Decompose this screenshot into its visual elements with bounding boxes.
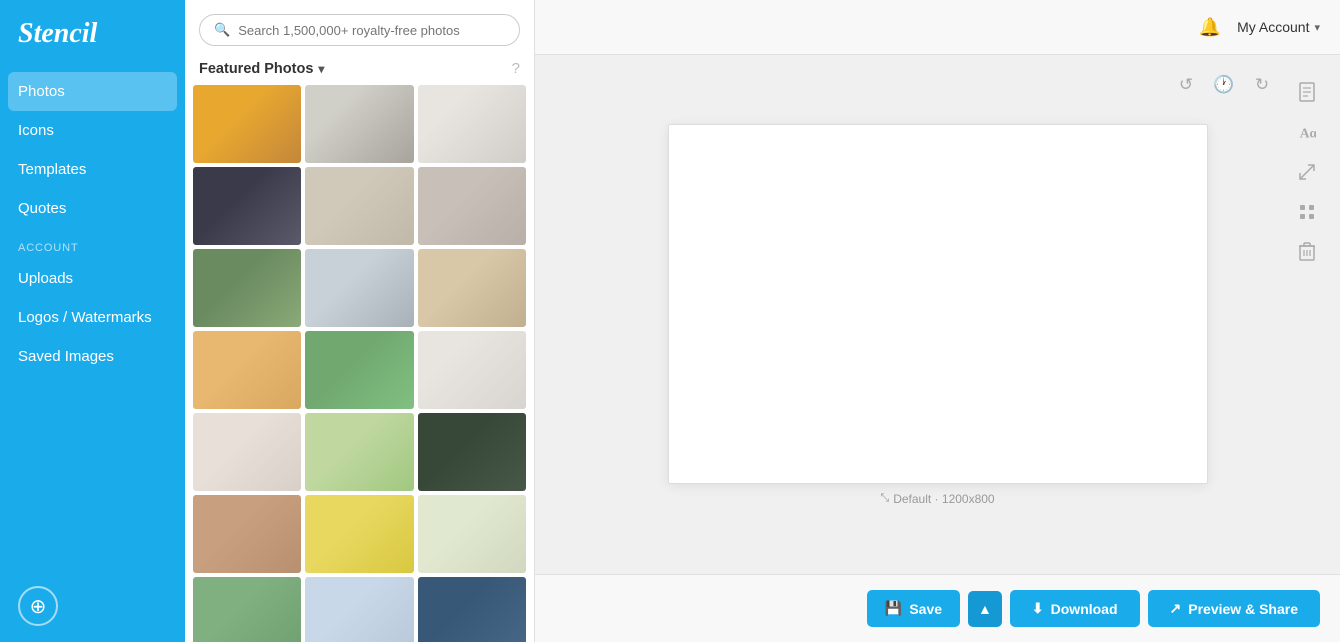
sidebar-item-photos[interactable]: Photos — [8, 72, 177, 111]
photo-thumb[interactable] — [305, 249, 413, 327]
account-label: My Account — [1237, 19, 1309, 35]
app-logo: Stencil — [18, 18, 97, 49]
featured-header: Featured Photos ▾ ? — [185, 56, 534, 85]
preview-share-label: Preview & Share — [1188, 601, 1298, 617]
photo-thumb[interactable] — [305, 413, 413, 491]
save-caret-icon: ▲ — [978, 601, 992, 617]
photo-row — [193, 249, 526, 327]
photo-thumb[interactable] — [193, 85, 301, 163]
photo-row — [193, 85, 526, 163]
canvas-size-label: ⤡ Default · 1200x800 — [880, 492, 994, 506]
photo-row — [193, 413, 526, 491]
help-icon: ⊕ — [30, 594, 47, 619]
sidebar-item-icons[interactable]: Icons — [0, 111, 185, 150]
logo-area: Stencil — [0, 0, 185, 72]
svg-text:Aα: Aα — [1300, 125, 1316, 140]
photo-thumb[interactable] — [418, 249, 526, 327]
undo-button[interactable]: ↺ — [1170, 69, 1202, 101]
canvas-area: ↺ 🕐 ↻ Aα — [535, 55, 1340, 574]
featured-help-icon[interactable]: ? — [512, 60, 520, 77]
photo-thumb[interactable] — [193, 577, 301, 642]
photo-thumb[interactable] — [418, 331, 526, 409]
photo-row — [193, 577, 526, 642]
search-bar: 🔍 — [185, 0, 534, 56]
sidebar-item-logos[interactable]: Logos / Watermarks — [0, 298, 185, 337]
sidebar-item-quotes[interactable]: Quotes — [0, 189, 185, 228]
redo-button[interactable]: ↻ — [1246, 69, 1278, 101]
top-bar: 🔔 My Account ▾ — [535, 0, 1340, 55]
account-button[interactable]: My Account ▾ — [1237, 19, 1320, 35]
download-icon: ⬇ — [1032, 600, 1044, 617]
save-button[interactable]: 💾 Save — [867, 590, 960, 627]
canvas-size-text: Default · 1200x800 — [893, 492, 994, 506]
featured-title-label: Featured Photos — [199, 61, 313, 77]
photo-thumb[interactable] — [418, 495, 526, 573]
photo-thumb[interactable] — [305, 495, 413, 573]
photo-row — [193, 495, 526, 573]
help-button[interactable]: ⊕ — [18, 586, 58, 626]
photo-row — [193, 331, 526, 409]
photo-thumb[interactable] — [418, 577, 526, 642]
middle-panel: 🔍 Featured Photos ▾ ? — [185, 0, 535, 642]
photo-thumb[interactable] — [305, 167, 413, 245]
photo-thumb[interactable] — [418, 85, 526, 163]
download-label: Download — [1051, 601, 1118, 617]
top-bar-right: 🔔 My Account ▾ — [1199, 17, 1320, 38]
save-icon: 💾 — [885, 600, 902, 617]
share-icon: ↗ — [1170, 600, 1182, 617]
account-section-label: ACCOUNT — [0, 228, 185, 259]
featured-photos-dropdown[interactable]: Featured Photos ▾ — [199, 61, 324, 77]
canvas-top-bar: ↺ 🕐 ↻ — [1170, 69, 1278, 101]
photo-thumb[interactable] — [418, 413, 526, 491]
photo-thumb[interactable] — [305, 85, 413, 163]
bottom-bar: 💾 Save ▲ ⬇ Download ↗ Preview & Share — [535, 574, 1340, 642]
photo-thumb[interactable] — [418, 167, 526, 245]
search-icon: 🔍 — [214, 22, 230, 38]
photo-thumb[interactable] — [193, 249, 301, 327]
preview-share-button[interactable]: ↗ Preview & Share — [1148, 590, 1320, 627]
save-caret-button[interactable]: ▲ — [968, 591, 1002, 627]
featured-chevron-icon: ▾ — [318, 62, 324, 76]
photo-thumb[interactable] — [305, 331, 413, 409]
canvas-box — [668, 124, 1208, 484]
sidebar-bottom: ⊕ — [0, 570, 185, 642]
history-button[interactable]: 🕐 — [1208, 69, 1240, 101]
sidebar-item-saved[interactable]: Saved Images — [0, 337, 185, 376]
photo-thumb[interactable] — [193, 495, 301, 573]
grid-tool-button[interactable] — [1290, 195, 1324, 229]
main-area: 🔔 My Account ▾ ↺ 🕐 ↻ — [535, 0, 1340, 642]
search-wrap[interactable]: 🔍 — [199, 14, 520, 46]
canvas-resize-icon: ⤡ — [880, 492, 889, 505]
photo-row — [193, 167, 526, 245]
resize-tool-button[interactable] — [1290, 155, 1324, 189]
photo-grid — [185, 85, 534, 642]
text-tool-button[interactable]: Aα — [1290, 115, 1324, 149]
download-button[interactable]: ⬇ Download — [1010, 590, 1140, 627]
sidebar-item-templates[interactable]: Templates — [0, 150, 185, 189]
page-tool-button[interactable] — [1290, 75, 1324, 109]
delete-tool-button[interactable] — [1290, 235, 1324, 269]
account-chevron-icon: ▾ — [1314, 21, 1320, 34]
notification-bell-icon[interactable]: 🔔 — [1199, 17, 1221, 38]
photo-thumb[interactable] — [193, 331, 301, 409]
photo-thumb[interactable] — [193, 413, 301, 491]
save-label: Save — [909, 601, 942, 617]
canvas-tools: Aα — [1290, 75, 1324, 269]
sidebar-item-uploads[interactable]: Uploads — [0, 259, 185, 298]
photo-thumb[interactable] — [193, 167, 301, 245]
photo-thumb[interactable] — [305, 577, 413, 642]
nav-section: Photos Icons Templates Quotes ACCOUNT Up… — [0, 72, 185, 570]
search-input[interactable] — [238, 23, 505, 38]
sidebar: Stencil Photos Icons Templates Quotes AC… — [0, 0, 185, 642]
